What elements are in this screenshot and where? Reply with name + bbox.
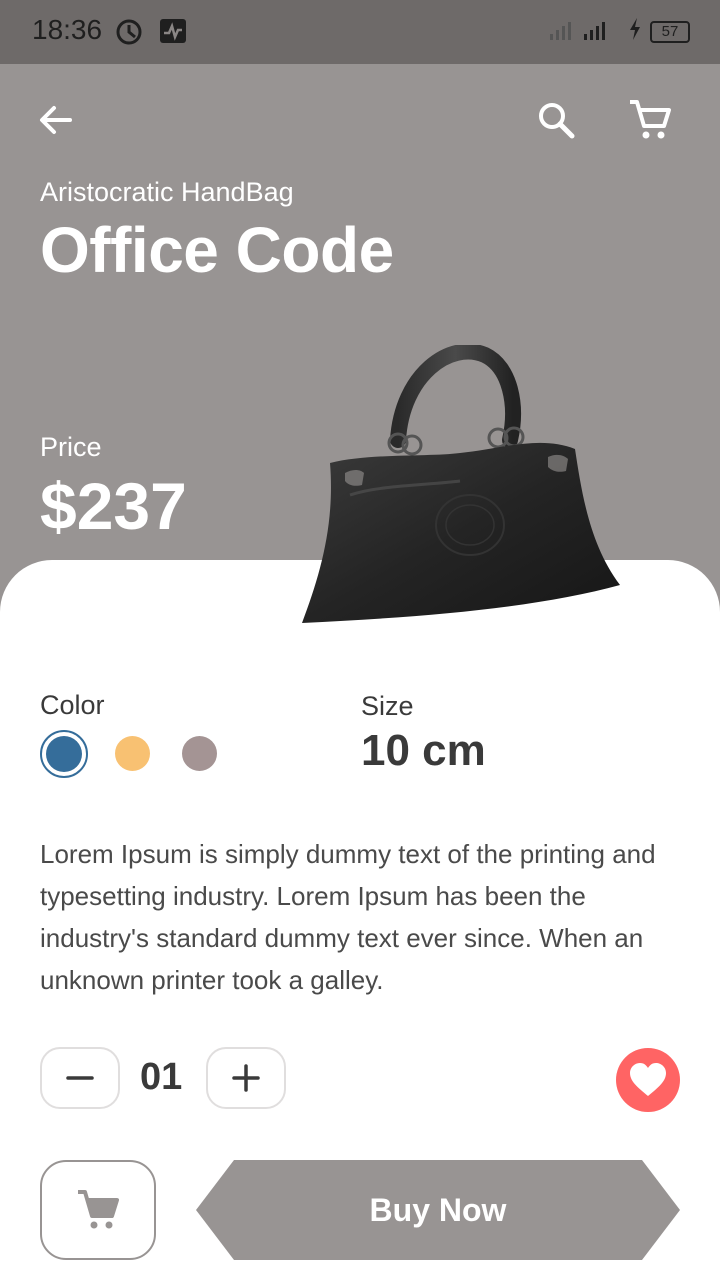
- cart-icon: [630, 100, 671, 139]
- status-time: 18:36: [32, 14, 103, 45]
- increase-quantity-button[interactable]: [206, 1047, 286, 1109]
- color-swatch-blue[interactable]: [46, 736, 82, 772]
- product-name: Office Code: [40, 214, 394, 286]
- add-to-cart-button[interactable]: [40, 1160, 156, 1260]
- color-swatch-mauve[interactable]: [182, 736, 217, 771]
- status-bar: 18:36 57: [0, 0, 720, 64]
- price-label: Price: [40, 432, 102, 462]
- cart-icon: [78, 1190, 119, 1229]
- buy-now-button[interactable]: Buy Now: [196, 1160, 680, 1260]
- back-button[interactable]: [34, 98, 78, 142]
- decrease-quantity-button[interactable]: [40, 1047, 120, 1109]
- size-label: Size: [361, 691, 414, 721]
- plus-icon: [232, 1064, 260, 1092]
- battery-indicator: 57: [650, 20, 690, 43]
- color-label: Color: [40, 690, 105, 720]
- charging-icon: [628, 18, 642, 45]
- favorite-button[interactable]: [616, 1048, 680, 1112]
- vpn-icon: [114, 17, 144, 52]
- product-description: Lorem Ipsum is simply dummy text of the …: [40, 839, 656, 995]
- product-category: Aristocratic HandBag: [40, 177, 294, 207]
- minus-icon: [66, 1076, 94, 1080]
- price-value: $237: [40, 469, 187, 543]
- signal-icon: [550, 18, 620, 45]
- status-indicators: 57: [550, 18, 690, 45]
- color-swatch-yellow[interactable]: [115, 736, 150, 771]
- search-icon: [539, 103, 575, 139]
- arrow-left-icon: [40, 106, 72, 134]
- handbag-image: [302, 345, 620, 623]
- cart-header-button[interactable]: [628, 98, 672, 142]
- search-button[interactable]: [534, 98, 578, 142]
- activity-icon: [158, 17, 188, 50]
- quantity-value: 01: [140, 1056, 183, 1098]
- size-value: 10 cm: [361, 726, 486, 775]
- heart-icon: [630, 1063, 666, 1096]
